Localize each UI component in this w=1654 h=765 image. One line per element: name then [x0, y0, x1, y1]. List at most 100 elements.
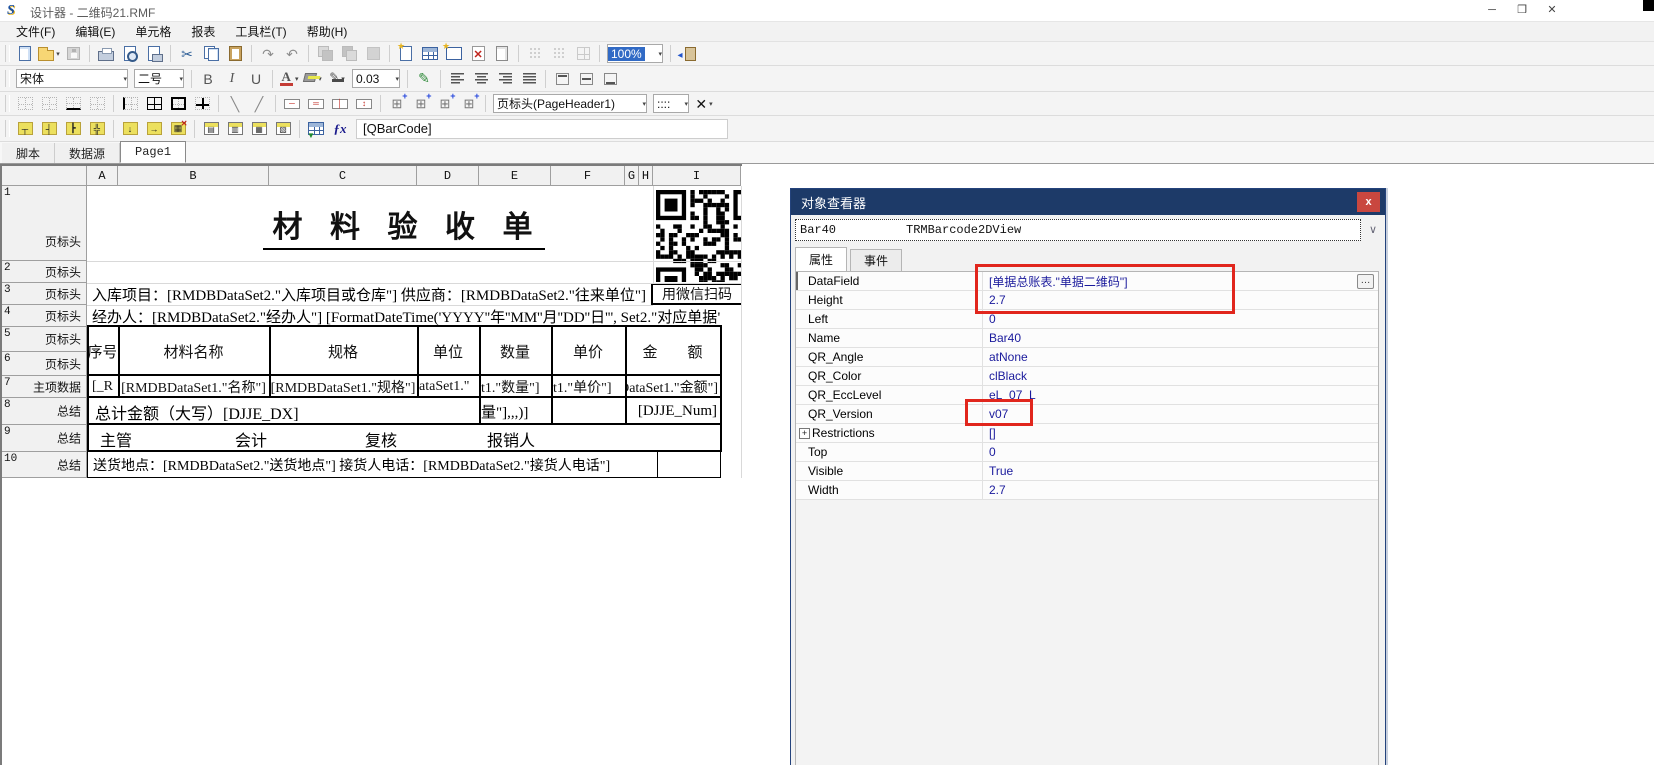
- tab-properties[interactable]: 属性: [795, 247, 847, 271]
- formula-input[interactable]: [QBarCode]: [356, 119, 728, 139]
- format-painter-button[interactable]: ✎: [413, 68, 435, 90]
- band-split-left-button[interactable]: │: [329, 93, 351, 115]
- row-header-10[interactable]: 10总结: [2, 452, 87, 478]
- chevron-down-icon[interactable]: ▾: [395, 75, 399, 83]
- column-header-B[interactable]: B: [118, 166, 269, 186]
- band-print-group-button[interactable]: ▦: [248, 118, 270, 140]
- fill-color-button[interactable]: ▾: [302, 68, 324, 90]
- paste-button[interactable]: [224, 43, 246, 65]
- open-file-button[interactable]: ▾: [38, 43, 60, 65]
- property-value[interactable]: []: [983, 424, 1378, 442]
- merge-down-button[interactable]: ┬: [14, 118, 36, 140]
- line-style-select[interactable]: ::::▾: [653, 94, 689, 113]
- report-total-mid-cell[interactable]: 量"],,,)]: [481, 398, 549, 425]
- report-total-amount-cell[interactable]: [DJJE_Num]: [625, 398, 717, 425]
- add-report-button[interactable]: [443, 43, 465, 65]
- chevron-down-icon[interactable]: ∨: [1369, 223, 1377, 236]
- band-selector[interactable]: 页标头(PageHeader1)▾: [493, 94, 647, 113]
- report-table-header[interactable]: 单位: [419, 329, 477, 374]
- report-detail-cell[interactable]: [_R: [89, 377, 116, 397]
- property-value[interactable]: True: [983, 462, 1378, 480]
- row-header-7[interactable]: 7主项数据: [2, 376, 87, 398]
- chevron-down-icon[interactable]: ▾: [658, 50, 662, 58]
- column-header-G[interactable]: G: [625, 166, 639, 186]
- row-header-1[interactable]: 1页标头: [2, 186, 87, 261]
- blank-page-button[interactable]: [491, 43, 513, 65]
- valign-middle-button[interactable]: [575, 68, 597, 90]
- add-cell-down-button[interactable]: ⊞: [410, 93, 432, 115]
- property-row-qr_color[interactable]: QR_ColorclBlack: [796, 367, 1378, 386]
- menu-item-report[interactable]: 报表: [181, 21, 225, 42]
- row-header-5[interactable]: 5页标头: [2, 327, 87, 352]
- qr-code-object[interactable]: [656, 190, 742, 282]
- report-title-cell[interactable]: 材 料 验 收 单: [87, 202, 720, 250]
- row-header-2[interactable]: 2页标头: [2, 261, 87, 283]
- exit-designer-button[interactable]: [676, 43, 698, 65]
- property-value[interactable]: atNone: [983, 348, 1378, 366]
- inspector-close-button[interactable]: x: [1357, 192, 1380, 212]
- report-line4-cell[interactable]: 经办人：[RMDBDataSet2."经办人"] [FormatDateTime…: [92, 305, 720, 327]
- inspector-title-bar[interactable]: 对象查看器 x: [791, 189, 1385, 215]
- insert-table-button[interactable]: [419, 43, 441, 65]
- band-print-footer-button[interactable]: ▧: [272, 118, 294, 140]
- property-value[interactable]: clBlack: [983, 367, 1378, 385]
- property-row-qr_ecclevel[interactable]: QR_EccLeveleL_07_L: [796, 386, 1378, 405]
- border-cross-button[interactable]: [191, 93, 213, 115]
- border-none-button[interactable]: [14, 93, 36, 115]
- merge-across-button[interactable]: ┤: [38, 118, 60, 140]
- column-header-C[interactable]: C: [269, 166, 417, 186]
- border-clear-button[interactable]: [38, 93, 60, 115]
- new-document-button[interactable]: [14, 43, 36, 65]
- report-table-header[interactable]: 金 额: [627, 329, 718, 374]
- font-family-select[interactable]: 宋体▾: [16, 69, 128, 88]
- copy-button[interactable]: [200, 43, 222, 65]
- valign-bottom-button[interactable]: [599, 68, 621, 90]
- report-detail-cell[interactable]: [RMDBDataSet1."规格"]: [271, 377, 415, 397]
- report-detail-cell[interactable]: ataSet1.": [419, 377, 477, 397]
- insert-row-button[interactable]: ↓: [119, 118, 141, 140]
- expand-icon[interactable]: +: [799, 428, 810, 439]
- close-button[interactable]: ✕: [1538, 1, 1566, 20]
- menu-item-edit[interactable]: 编辑(E): [65, 21, 125, 42]
- split-all-button[interactable]: ╬: [86, 118, 108, 140]
- valign-top-button[interactable]: [551, 68, 573, 90]
- add-cell-up-button[interactable]: ⊞: [386, 93, 408, 115]
- diagonal-up-button[interactable]: ╱: [248, 93, 270, 115]
- row-header-3[interactable]: 3页标头: [2, 283, 87, 305]
- report-table-header[interactable]: 规格: [271, 329, 415, 374]
- underline-button[interactable]: U: [245, 68, 267, 90]
- menu-item-toolbar[interactable]: 工具栏(T): [225, 21, 296, 42]
- tab-page1[interactable]: Page1: [120, 141, 186, 163]
- cut-button[interactable]: ✂: [176, 43, 198, 65]
- formula-editor-button[interactable]: ƒx: [329, 118, 351, 140]
- align-justify-button[interactable]: [518, 68, 540, 90]
- toolbar-grip[interactable]: [5, 45, 10, 61]
- align-right-button[interactable]: [494, 68, 516, 90]
- page-setup-button[interactable]: [143, 43, 165, 65]
- property-row-top[interactable]: Top0: [796, 443, 1378, 462]
- row-header-9[interactable]: 9总结: [2, 425, 87, 452]
- tab-script[interactable]: 脚本: [2, 143, 55, 163]
- tab-events[interactable]: 事件: [850, 249, 902, 271]
- maximize-button[interactable]: ❒: [1508, 1, 1536, 20]
- chevron-down-icon[interactable]: ▾: [642, 100, 646, 108]
- toolbar-grip[interactable]: [5, 70, 10, 88]
- property-value[interactable]: 0: [983, 443, 1378, 461]
- column-header-D[interactable]: D: [417, 166, 479, 186]
- report-detail-cell[interactable]: t1."数量"]: [481, 377, 549, 397]
- border-all-button[interactable]: [143, 93, 165, 115]
- delete-cells-button[interactable]: ▦: [167, 118, 189, 140]
- property-row-qr_version[interactable]: QR_Versionv07: [796, 405, 1378, 424]
- property-value[interactable]: 2.7: [983, 481, 1378, 499]
- add-cell-left-button[interactable]: ⊞: [434, 93, 456, 115]
- print-button[interactable]: [95, 43, 117, 65]
- property-value[interactable]: eL_07_L: [983, 386, 1378, 404]
- band-print-detail-button[interactable]: ▥: [224, 118, 246, 140]
- zoom-select[interactable]: 100%▾: [607, 44, 663, 63]
- report-design-grid[interactable]: 材 料 验 收 单 用微信扫码 入库项目：[RMDBDataSet2."入库项目…: [0, 164, 742, 765]
- property-row-name[interactable]: NameBar40: [796, 329, 1378, 348]
- row-header-8[interactable]: 8总结: [2, 398, 87, 425]
- align-center-button[interactable]: [470, 68, 492, 90]
- border-bottom-button[interactable]: [62, 93, 84, 115]
- report-table-header[interactable]: 数量: [481, 329, 549, 374]
